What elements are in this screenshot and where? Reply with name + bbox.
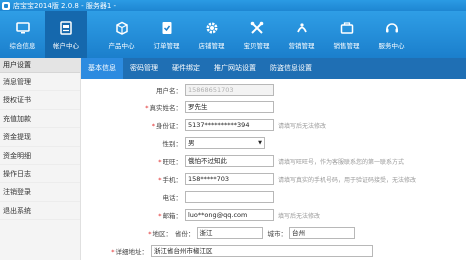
nickname-label: *旺旺： [158, 158, 182, 166]
sales-icon [339, 20, 355, 36]
address-field[interactable]: 浙江省台州市椒江区 [151, 245, 373, 257]
sidebar-item-withdraw[interactable]: 资金提现 [0, 128, 80, 147]
main-toolbar: 综合信息 帐户中心 产品中心 订单管理 店铺管理 宝贝管理 营销管理 销售管理 … [0, 11, 466, 58]
gender-label: 性别： [162, 140, 183, 148]
row-username: 用户名： 15868651703 [81, 83, 274, 97]
row-mobile: *手机： 158*****703 请填写真实的手机号码，用于验证码接受，无法修改 [81, 172, 416, 186]
row-idcard: *身份证： 5137**********394 请填写后无法修改 [81, 118, 326, 132]
toolbar-item-orders[interactable]: 订单管理 [144, 11, 189, 58]
realname-label: *真实姓名： [145, 104, 182, 112]
tab-anti-theft[interactable]: 防盗信息设置 [263, 58, 319, 79]
toolbar-item-label: 宝贝管理 [243, 41, 270, 50]
monitor-icon [15, 20, 31, 36]
toolbar-item-label: 服务中心 [378, 41, 405, 50]
toolbar-item-label: 店铺管理 [198, 41, 225, 50]
account-book-icon [58, 20, 74, 36]
box-icon [114, 20, 130, 36]
province-field[interactable]: 浙江 [196, 227, 263, 239]
tab-promo-site[interactable]: 推广网站设置 [207, 58, 263, 79]
city-label: 城市： [267, 230, 288, 238]
sidebar-item-exit[interactable]: 退出系统 [0, 202, 80, 221]
row-email: *邮箱： luo**ong@qq.com 填写后无法修改 [81, 208, 320, 222]
address-label: *详细地址： [111, 248, 148, 256]
toolbar-item-shop[interactable]: 店铺管理 [189, 11, 234, 58]
toolbar-item-label: 订单管理 [153, 41, 180, 50]
gender-value: 男 [188, 139, 195, 147]
window-title: 店宝宝2014版 2.0.8 - 服务器1 - [13, 1, 117, 10]
region-label: *地区： [148, 230, 172, 238]
row-nickname: *旺旺： 俄怕不过知此 请填写旺旺号，作为客服联系您的第一联系方式 [81, 154, 404, 168]
sidebar-item-messages[interactable]: 消息管理 [0, 73, 80, 92]
username-label: 用户名： [156, 87, 182, 95]
title-bar: 店宝宝2014版 2.0.8 - 服务器1 - [0, 0, 466, 11]
toolbar-item-label: 营销管理 [288, 41, 315, 50]
left-sidebar: 用户设置 消息管理 授权证书 充值加款 资金提现 资金明细 操作日志 注销登录 … [0, 58, 81, 260]
toolbar-item-label: 产品中心 [108, 41, 135, 50]
tab-hardware-binding[interactable]: 硬件绑定 [165, 58, 207, 79]
toolbar-item-label: 帐户中心 [53, 41, 79, 50]
tools-icon [249, 20, 265, 36]
gender-select[interactable]: 男 ▼ [185, 137, 265, 149]
sidebar-item-logs[interactable]: 操作日志 [0, 165, 80, 184]
service-icon [384, 20, 400, 36]
row-region: *地区： 省份： 浙江 城市： 台州 [81, 226, 355, 240]
app-icon [2, 1, 10, 10]
mobile-field[interactable]: 158*****703 [185, 173, 274, 185]
realname-field[interactable]: 罗先生 [185, 101, 274, 113]
email-label: *邮箱： [158, 212, 182, 220]
phone-field[interactable] [185, 191, 274, 203]
sidebar-item-logout[interactable]: 注销登录 [0, 183, 80, 202]
idcard-field[interactable]: 5137**********394 [185, 119, 274, 131]
order-icon [159, 20, 175, 36]
phone-label: 电话： [162, 194, 183, 202]
sidebar-item-recharge[interactable]: 充值加款 [0, 110, 80, 129]
nickname-hint: 请填写旺旺号，作为客服联系您的第一联系方式 [278, 158, 405, 166]
basic-info-form: 用户名： 15868651703 *真实姓名： 罗先生 *身份证： 5137**… [81, 79, 466, 260]
toolbar-item-items[interactable]: 宝贝管理 [234, 11, 279, 58]
email-hint: 填写后无法修改 [278, 212, 321, 220]
toolbar-item-marketing[interactable]: 营销管理 [279, 11, 324, 58]
sidebar-header[interactable]: 用户设置 [0, 58, 80, 73]
username-field[interactable]: 15868651703 [185, 84, 274, 96]
toolbar-item-service[interactable]: 服务中心 [369, 11, 414, 58]
row-gender: 性别： 男 ▼ [81, 136, 265, 150]
subtab-bar: 基本信息 密码管理 硬件绑定 推广网站设置 防盗信息设置 [81, 58, 466, 79]
tab-basic-info[interactable]: 基本信息 [81, 58, 123, 79]
row-phone: 电话： [81, 190, 274, 204]
chevron-down-icon: ▼ [258, 140, 262, 146]
mobile-label: *手机： [158, 176, 182, 184]
city-field[interactable]: 台州 [289, 227, 355, 239]
mobile-hint: 请填写真实的手机号码，用于验证码接受，无法修改 [278, 176, 417, 184]
row-address: *详细地址： 浙江省台州市椒江区 [81, 244, 373, 258]
toolbar-item-sales[interactable]: 销售管理 [324, 11, 369, 58]
idcard-hint: 请填写后无法修改 [278, 122, 327, 130]
email-field[interactable]: luo**ong@qq.com [185, 209, 274, 221]
sidebar-item-fund-details[interactable]: 资金明细 [0, 147, 80, 165]
row-realname: *真实姓名： 罗先生 [81, 100, 274, 114]
toolbar-item-label: 综合信息 [9, 41, 36, 50]
toolbar-item-products[interactable]: 产品中心 [99, 11, 144, 58]
marketing-icon [294, 20, 310, 36]
province-label: 省份： [175, 230, 195, 238]
tab-password[interactable]: 密码管理 [123, 58, 165, 79]
toolbar-item-account[interactable]: 帐户中心 [45, 11, 87, 58]
sidebar-item-license[interactable]: 授权证书 [0, 91, 80, 110]
shop-gear-icon [204, 20, 220, 36]
toolbar-item-overview[interactable]: 综合信息 [0, 11, 45, 58]
idcard-label: *身份证： [151, 122, 182, 130]
nickname-field[interactable]: 俄怕不过知此 [185, 155, 274, 167]
toolbar-item-label: 销售管理 [333, 41, 360, 50]
